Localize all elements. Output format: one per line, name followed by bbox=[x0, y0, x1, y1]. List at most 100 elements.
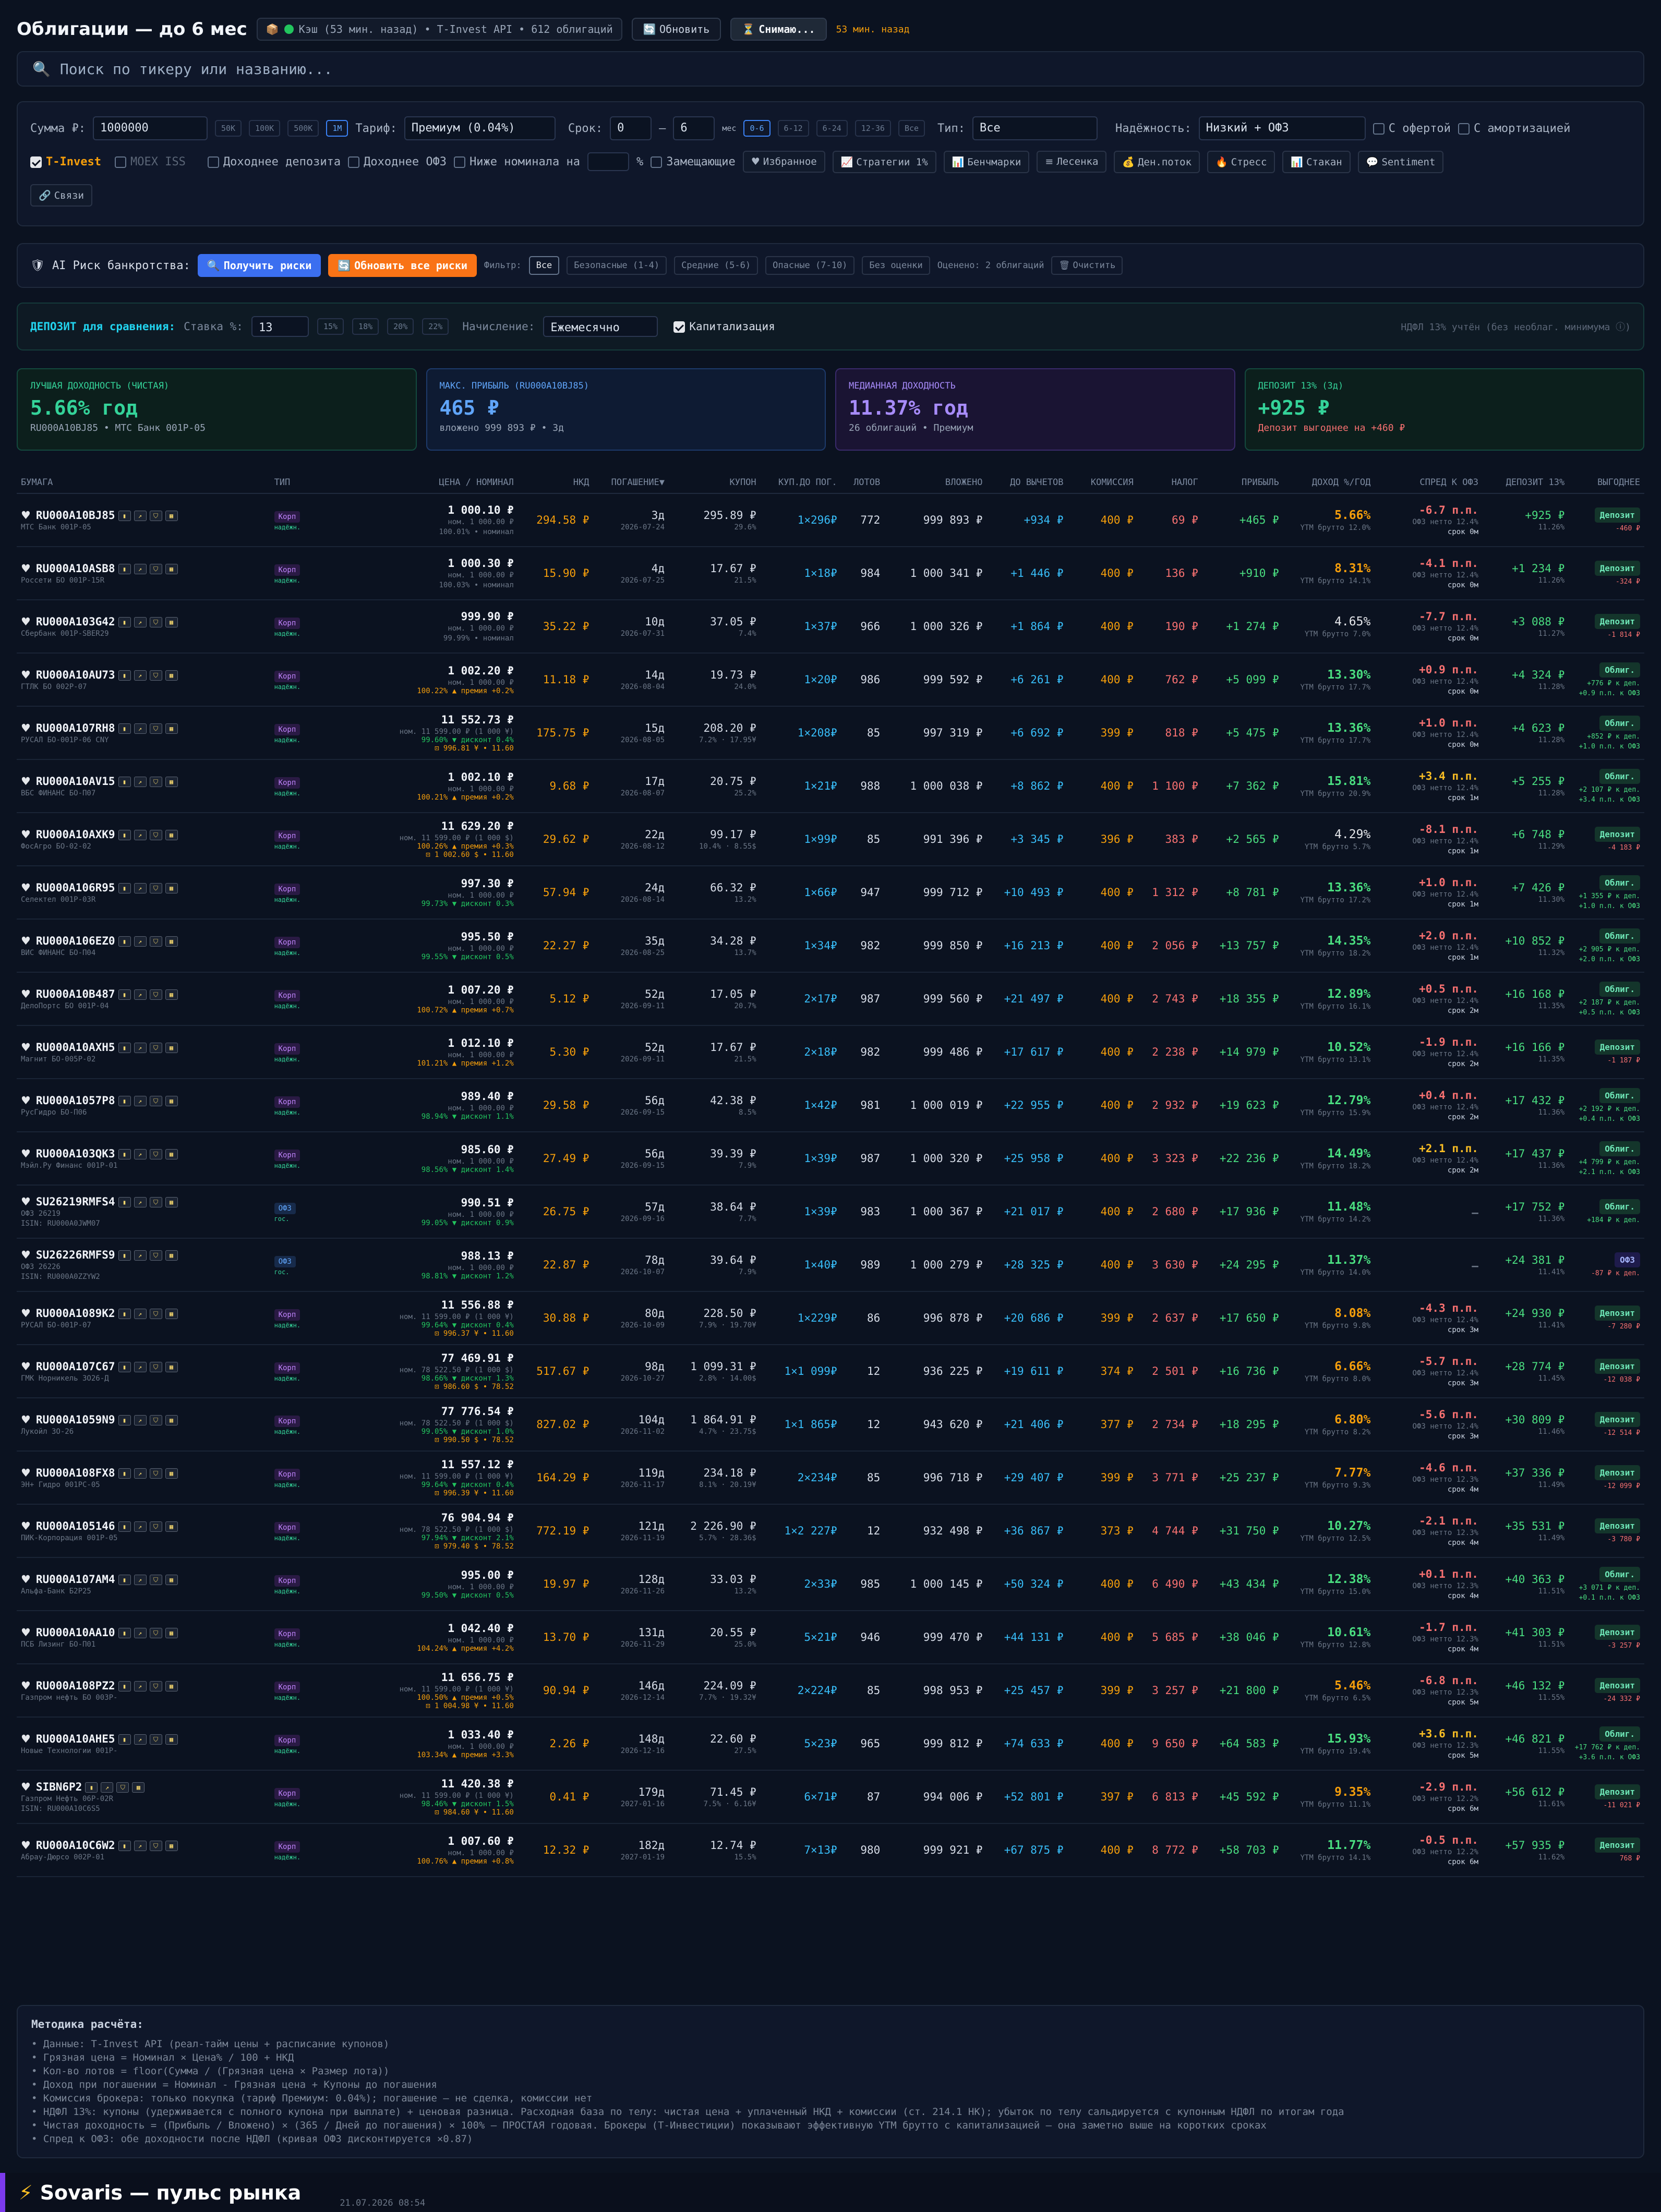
strategies-button[interactable]: 📈 Стратегии 1% bbox=[832, 150, 936, 173]
search-input[interactable]: 🔍 Поиск по тикеру или названию... bbox=[17, 51, 1644, 87]
chart-icon[interactable]: ▮ bbox=[118, 1627, 131, 1638]
link-icon[interactable]: ↗ bbox=[134, 883, 147, 893]
stats-icon[interactable]: ▦ bbox=[165, 1308, 178, 1319]
ticker[interactable]: RU000A103QK3 bbox=[36, 1147, 115, 1160]
replace-checkbox[interactable]: Замещающие bbox=[651, 155, 736, 168]
ticker[interactable]: RU000A10BJ85 bbox=[36, 509, 115, 522]
stats-icon[interactable]: ▦ bbox=[165, 1468, 178, 1479]
deposit-yield-checkbox[interactable]: Доходнее депозита bbox=[207, 155, 341, 168]
table-row[interactable]: ♥ RU000A10AXH5 ▮ ↗ ⛉ ▦ Магнит БО-005Р-02 Корп на… bbox=[17, 1025, 1644, 1079]
rate-chip[interactable]: 22% bbox=[422, 318, 449, 335]
ticker[interactable]: RU000A10C6W2 bbox=[36, 1839, 115, 1852]
ticker[interactable]: RU000A105146 bbox=[36, 1520, 115, 1532]
heart-icon[interactable]: ♥ bbox=[21, 881, 31, 894]
link-icon[interactable]: ↗ bbox=[134, 670, 147, 681]
risk-filter-unrated[interactable]: Без оценки bbox=[862, 256, 930, 275]
shield-icon[interactable]: ⛉ bbox=[149, 776, 162, 787]
column-header[interactable]: ЦЕНА / НОМИНАЛ bbox=[329, 472, 518, 494]
chart-icon[interactable]: ▮ bbox=[118, 1361, 131, 1372]
chart-icon[interactable]: ▮ bbox=[118, 617, 131, 627]
shield-icon[interactable]: ⛉ bbox=[149, 670, 162, 681]
table-row[interactable]: ♥ RU000A10AA10 ▮ ↗ ⛉ ▦ ПСБ Лизинг БО-П01 Корп на… bbox=[17, 1611, 1644, 1664]
chart-icon[interactable]: ▮ bbox=[118, 1250, 131, 1261]
cashflow-button[interactable]: 💰 Ден.поток bbox=[1114, 150, 1200, 173]
shield-icon[interactable]: ⛉ bbox=[149, 723, 162, 734]
table-row[interactable]: ♥ RU000A103QK3 ▮ ↗ ⛉ ▦ Мэйл.Ру Финанс 001Р-01 К… bbox=[17, 1132, 1644, 1186]
chart-icon[interactable]: ▮ bbox=[118, 1415, 131, 1425]
ticker[interactable]: RU000A10AXK9 bbox=[36, 828, 115, 841]
stats-icon[interactable]: ▦ bbox=[165, 989, 178, 1000]
shield-icon[interactable]: ⛉ bbox=[149, 1042, 162, 1053]
chart-icon[interactable]: ▮ bbox=[118, 1681, 131, 1691]
stats-icon[interactable]: ▦ bbox=[165, 1574, 178, 1585]
shield-icon[interactable]: ⛉ bbox=[149, 989, 162, 1000]
chart-icon[interactable]: ▮ bbox=[118, 723, 131, 734]
shield-icon[interactable]: ⛉ bbox=[149, 1521, 162, 1532]
stats-icon[interactable]: ▦ bbox=[165, 776, 178, 787]
column-header[interactable]: ВЫГОДНЕЕ bbox=[1569, 472, 1644, 494]
column-header[interactable]: ДЕПОЗИТ 13% bbox=[1482, 472, 1569, 494]
rate-chip[interactable]: 15% bbox=[317, 318, 344, 335]
stats-icon[interactable]: ▦ bbox=[165, 723, 178, 734]
ladder-button[interactable]: ≡ Лесенка bbox=[1037, 151, 1107, 173]
table-row[interactable]: ♥ RU000A108PZ2 ▮ ↗ ⛉ ▦ Газпром нефть БО 003Р- К… bbox=[17, 1664, 1644, 1718]
term-chip[interactable]: Все bbox=[898, 120, 925, 137]
sum-input[interactable]: 1000000 bbox=[92, 116, 208, 140]
chart-icon[interactable]: ▮ bbox=[118, 670, 131, 681]
rate-chip[interactable]: 20% bbox=[387, 318, 414, 335]
shield-icon[interactable]: ⛉ bbox=[149, 1574, 162, 1585]
heart-icon[interactable]: ♥ bbox=[21, 1094, 31, 1107]
reliability-select[interactable]: Низкий + ОФЗ bbox=[1198, 116, 1366, 140]
heart-icon[interactable]: ♥ bbox=[21, 1626, 31, 1639]
table-row[interactable]: ♥ RU000A1089K2 ▮ ↗ ⛉ ▦ РУСАЛ БО-001Р-07 Корп над… bbox=[17, 1291, 1644, 1345]
shield-icon[interactable]: ⛉ bbox=[149, 1415, 162, 1425]
column-header[interactable]: НКД bbox=[517, 472, 594, 494]
sum-chip[interactable]: 500K bbox=[287, 120, 319, 137]
link-icon[interactable]: ↗ bbox=[101, 1782, 114, 1793]
link-icon[interactable]: ↗ bbox=[134, 1250, 147, 1261]
stats-icon[interactable]: ▦ bbox=[165, 1149, 178, 1159]
table-row[interactable]: ♥ RU000A106R95 ▮ ↗ ⛉ ▦ Селектел 001Р-03R Корп на… bbox=[17, 866, 1644, 920]
shield-icon[interactable]: ⛉ bbox=[149, 1149, 162, 1159]
chart-icon[interactable]: ▮ bbox=[118, 936, 131, 947]
stats-icon[interactable]: ▦ bbox=[165, 1681, 178, 1691]
shield-icon[interactable]: ⛉ bbox=[149, 829, 162, 840]
below-nominal-checkbox[interactable]: Ниже номинала на bbox=[454, 155, 580, 168]
clear-risks-button[interactable]: 🗑 Очистить bbox=[1051, 256, 1123, 275]
chart-icon[interactable]: ▮ bbox=[118, 776, 131, 787]
heart-icon[interactable]: ♥ bbox=[21, 988, 31, 1000]
link-icon[interactable]: ↗ bbox=[134, 1521, 147, 1532]
ticker[interactable]: RU000A1057P8 bbox=[36, 1094, 115, 1107]
link-icon[interactable]: ↗ bbox=[134, 1149, 147, 1159]
column-header[interactable]: БУМАГА bbox=[17, 472, 270, 494]
ticker[interactable]: RU000A1059N9 bbox=[36, 1413, 115, 1426]
link-icon[interactable]: ↗ bbox=[134, 1361, 147, 1372]
table-row[interactable]: ♥ RU000A108FX8 ▮ ↗ ⛉ ▦ ЭН+ Гидро 001РС-05 Корп н… bbox=[17, 1451, 1644, 1505]
heart-icon[interactable]: ♥ bbox=[21, 1733, 31, 1745]
link-icon[interactable]: ↗ bbox=[134, 1095, 147, 1106]
risk-filter-all[interactable]: Все bbox=[528, 256, 560, 275]
shield-icon[interactable]: ⛉ bbox=[149, 1627, 162, 1638]
ticker[interactable]: SU26219RMFS4 bbox=[36, 1195, 115, 1208]
heart-icon[interactable]: ♥ bbox=[21, 669, 31, 681]
deposit-rate-input[interactable]: 13 bbox=[251, 316, 309, 337]
ticker[interactable]: RU000A10AA10 bbox=[36, 1626, 115, 1639]
ticker[interactable]: RU000A106R95 bbox=[36, 881, 115, 894]
chart-icon[interactable]: ▮ bbox=[118, 563, 131, 574]
column-header[interactable]: ВЛОЖЕНО bbox=[884, 472, 987, 494]
get-risks-button[interactable]: 🔍 Получить риски bbox=[197, 254, 321, 277]
heart-icon[interactable]: ♥ bbox=[21, 1781, 31, 1793]
column-header[interactable]: ПОГАШЕНИЕ▼ bbox=[593, 472, 669, 494]
risk-filter-danger[interactable]: Опасные (7-10) bbox=[765, 256, 855, 275]
stats-icon[interactable]: ▦ bbox=[165, 1250, 178, 1261]
shield-icon[interactable]: ⛉ bbox=[149, 1361, 162, 1372]
link-icon[interactable]: ↗ bbox=[134, 1840, 147, 1851]
table-row[interactable]: ♥ RU000A107AM4 ▮ ↗ ⛉ ▦ Альфа-Банк Б2Р25 Корп над… bbox=[17, 1557, 1644, 1611]
shield-icon[interactable]: ⛉ bbox=[149, 617, 162, 627]
table-row[interactable]: ♥ SU26219RMFS4 ▮ ↗ ⛉ ▦ ОФЗ 26219 ISIN: RU000A0J… bbox=[17, 1185, 1644, 1239]
ticker[interactable]: RU000A106EZ0 bbox=[36, 935, 115, 947]
stress-button[interactable]: 🔥 Стресс bbox=[1207, 150, 1275, 173]
ticker[interactable]: RU000A10AHE5 bbox=[36, 1733, 115, 1745]
table-row[interactable]: ♥ RU000A10AXK9 ▮ ↗ ⛉ ▦ ФосАгро БО-02-02 Корп над… bbox=[17, 813, 1644, 866]
refresh-button[interactable]: 🔄 Обновить bbox=[631, 18, 721, 41]
